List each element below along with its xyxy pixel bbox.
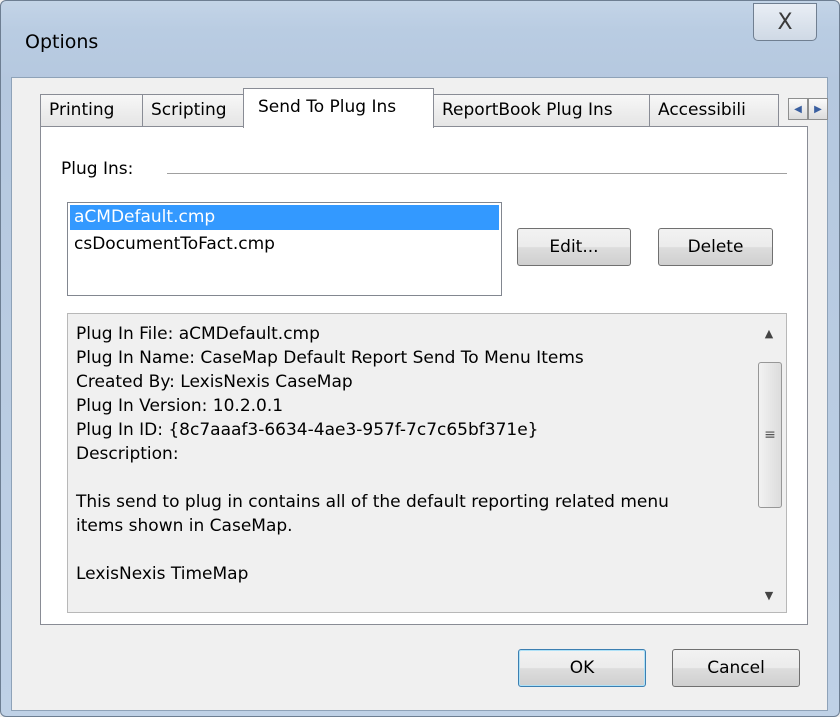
- scrollbar-thumb[interactable]: ≡: [758, 362, 782, 508]
- options-dialog: Options X Printing Scripting Send To Plu…: [0, 0, 840, 717]
- details-line: LexisNexis TimeMap: [76, 564, 249, 584]
- scroll-down-icon[interactable]: ▼: [752, 580, 786, 610]
- plug-ins-group-label: Plug Ins:: [61, 159, 134, 179]
- details-line: [76, 466, 746, 490]
- tab-scroll-arrows: ◀ ▶: [788, 98, 828, 120]
- delete-button[interactable]: Delete: [658, 228, 773, 266]
- ok-button[interactable]: OK: [518, 649, 646, 687]
- details-line: Plug In File: aCMDefault.cmp: [76, 324, 320, 344]
- details-line: Created By: LexisNexis CaseMap: [76, 372, 353, 392]
- tab-printing[interactable]: Printing: [40, 94, 143, 126]
- close-icon: X: [777, 9, 793, 35]
- details-line: [76, 538, 746, 562]
- details-line: Plug In Name: CaseMap Default Report Sen…: [76, 348, 584, 368]
- edit-button[interactable]: Edit...: [517, 228, 631, 266]
- chevron-left-icon[interactable]: ◀: [788, 98, 808, 120]
- details-line: items shown in CaseMap.: [76, 516, 293, 536]
- group-divider: [167, 173, 787, 174]
- tab-accessibility[interactable]: Accessibili: [649, 94, 779, 126]
- list-item[interactable]: csDocumentToFact.cmp: [70, 232, 499, 257]
- dialog-body: Printing Scripting Send To Plug Ins Repo…: [11, 77, 828, 711]
- tab-scripting[interactable]: Scripting: [142, 94, 244, 126]
- tab-send-to-plug-ins[interactable]: Send To Plug Ins: [243, 88, 434, 128]
- plug-ins-list[interactable]: aCMDefault.cmp csDocumentToFact.cmp: [67, 202, 502, 296]
- details-line: Description:: [76, 444, 179, 464]
- details-line: This send to plug in contains all of the…: [76, 492, 669, 512]
- cancel-button[interactable]: Cancel: [672, 649, 800, 687]
- scroll-up-icon[interactable]: ▲: [752, 318, 786, 348]
- chevron-right-icon[interactable]: ▶: [808, 98, 828, 120]
- list-item[interactable]: aCMDefault.cmp: [70, 205, 499, 230]
- tab-reportbook-plug-ins[interactable]: ReportBook Plug Ins: [433, 94, 650, 126]
- window-title: Options: [25, 31, 99, 53]
- plug-in-details-box[interactable]: Plug In File: aCMDefault.cmp Plug In Nam…: [67, 313, 787, 613]
- plug-in-details-text: Plug In File: aCMDefault.cmp Plug In Nam…: [76, 322, 746, 586]
- close-button[interactable]: X: [753, 3, 817, 41]
- tab-panel-send-to-plug-ins: Plug Ins: aCMDefault.cmp csDocumentToFac…: [40, 126, 808, 625]
- details-line: Plug In Version: 10.2.0.1: [76, 396, 284, 416]
- tab-strip: Printing Scripting Send To Plug Ins Repo…: [40, 88, 828, 128]
- title-bar[interactable]: Options X: [1, 1, 839, 79]
- details-scrollbar[interactable]: ▲ ≡ ▼: [752, 314, 786, 612]
- details-line: Plug In ID: {8c7aaaf3-6634-4ae3-957f-7c7…: [76, 420, 539, 440]
